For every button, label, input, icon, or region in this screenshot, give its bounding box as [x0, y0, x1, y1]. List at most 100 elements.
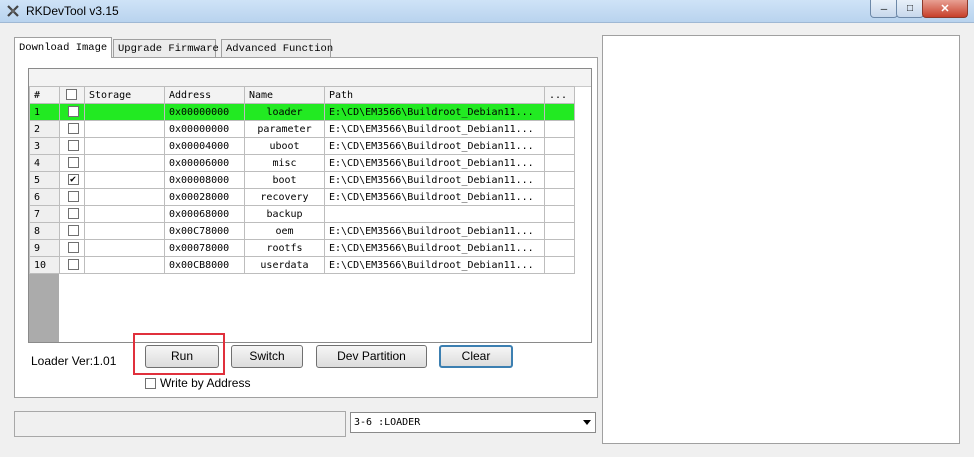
write-by-address-checkbox[interactable]	[145, 377, 156, 389]
row-name: uboot	[244, 137, 325, 155]
table-row[interactable]: 9 0x00078000 rootfs E:\CD\EM3566\Buildroot_…	[29, 239, 575, 257]
row-name: userdata	[244, 256, 325, 274]
col-header-select-all[interactable]	[59, 86, 85, 104]
table-row[interactable]: 5 ✔ 0x00008000 boot E:\CD\EM3566\Buildroot_D…	[29, 171, 575, 189]
write-by-address-option[interactable]: Write by Address	[145, 376, 250, 390]
row-storage	[84, 171, 165, 189]
row-path[interactable]: E:\CD\EM3566\Buildroot_Debian11...	[324, 239, 545, 257]
row-checkbox[interactable]	[67, 191, 79, 203]
table-row[interactable]: 6 0x00028000 recovery E:\CD\EM3566\Buildroo…	[29, 188, 575, 206]
tab-advanced-function[interactable]: Advanced Function	[221, 39, 333, 57]
row-storage	[84, 188, 165, 206]
row-checkbox-cell[interactable]	[59, 137, 85, 155]
row-storage	[84, 205, 165, 223]
row-checkbox-cell[interactable]	[59, 154, 85, 172]
row-checkbox-cell[interactable]	[59, 103, 85, 121]
row-checkbox-checked[interactable]: ✔	[67, 174, 79, 186]
row-name: loader	[244, 103, 325, 121]
row-path[interactable]: E:\CD\EM3566\Buildroot_Debian11...	[324, 222, 545, 240]
row-name: boot	[244, 171, 325, 189]
row-path-browse[interactable]	[544, 154, 575, 172]
row-checkbox-cell[interactable]	[59, 188, 85, 206]
row-address: 0x00004000	[164, 137, 245, 155]
col-header-more: ...	[544, 86, 575, 104]
row-path-browse[interactable]	[544, 256, 575, 274]
row-path-browse[interactable]	[544, 205, 575, 223]
row-path[interactable]: E:\CD\EM3566\Buildroot_Debian11...	[324, 103, 545, 121]
row-checkbox-cell[interactable]	[59, 222, 85, 240]
row-path[interactable]	[324, 205, 545, 223]
table-row[interactable]: 7 0x00068000 backup	[29, 205, 575, 223]
tab-download-image[interactable]: Download Image	[14, 37, 112, 58]
partition-grid: # Storage Address Name Path ... 1 0x00000…	[28, 68, 592, 343]
row-path-browse[interactable]	[544, 120, 575, 138]
row-checkbox[interactable]	[67, 106, 79, 118]
row-index: 8	[29, 222, 60, 240]
row-path-browse[interactable]	[544, 103, 575, 121]
log-output-panel	[602, 35, 960, 444]
row-address: 0x00C78000	[164, 222, 245, 240]
window-title: RKDevTool v3.15	[26, 4, 119, 18]
row-path-browse[interactable]	[544, 171, 575, 189]
row-path-browse[interactable]	[544, 137, 575, 155]
table-row[interactable]: 10 0x00CB8000 userdata E:\CD\EM3566\Buildro…	[29, 256, 575, 274]
row-path-browse[interactable]	[544, 188, 575, 206]
row-name: rootfs	[244, 239, 325, 257]
run-button[interactable]: Run	[145, 345, 219, 368]
row-address: 0x00000000	[164, 103, 245, 121]
row-address: 0x00000000	[164, 120, 245, 138]
close-button[interactable]: ✕	[922, 0, 968, 18]
row-path-browse[interactable]	[544, 222, 575, 240]
col-header-address: Address	[164, 86, 245, 104]
table-row[interactable]: 1 0x00000000 loader E:\CD\EM3566\Buildroot_…	[29, 103, 575, 121]
row-storage	[84, 256, 165, 274]
row-path[interactable]: E:\CD\EM3566\Buildroot_Debian11...	[324, 256, 545, 274]
maximize-button[interactable]: □	[896, 0, 924, 18]
clear-button[interactable]: Clear	[439, 345, 513, 368]
row-checkbox[interactable]	[67, 208, 79, 220]
minimize-icon: ─	[880, 3, 888, 14]
loader-version-label: Loader Ver:1.01	[31, 354, 117, 368]
tab-upgrade-firmware[interactable]: Upgrade Firmware	[113, 39, 219, 57]
row-index: 7	[29, 205, 60, 223]
row-index: 10	[29, 256, 60, 274]
row-index: 4	[29, 154, 60, 172]
row-address: 0x00CB8000	[164, 256, 245, 274]
row-checkbox-cell[interactable]	[59, 120, 85, 138]
select-all-checkbox[interactable]	[66, 89, 77, 101]
row-path-browse[interactable]	[544, 239, 575, 257]
row-checkbox-cell[interactable]	[59, 256, 85, 274]
app-icon	[7, 5, 19, 17]
device-select-value: 3-6 :LOADER	[354, 417, 421, 428]
dev-partition-button[interactable]: Dev Partition	[316, 345, 427, 368]
row-checkbox[interactable]	[67, 259, 79, 271]
row-path[interactable]: E:\CD\EM3566\Buildroot_Debian11...	[324, 188, 545, 206]
table-row[interactable]: 2 0x00000000 parameter E:\CD\EM3566\Buildro…	[29, 120, 575, 138]
row-index: 6	[29, 188, 60, 206]
row-checkbox[interactable]	[67, 123, 79, 135]
table-row[interactable]: 8 0x00C78000 oem E:\CD\EM3566\Buildroot_Deb…	[29, 222, 575, 240]
row-path[interactable]: E:\CD\EM3566\Buildroot_Debian11...	[324, 120, 545, 138]
row-path[interactable]: E:\CD\EM3566\Buildroot_Debian11...	[324, 154, 545, 172]
row-checkbox-cell[interactable]	[59, 239, 85, 257]
row-storage	[84, 120, 165, 138]
row-checkbox[interactable]	[67, 157, 79, 169]
chevron-down-icon[interactable]	[583, 420, 591, 425]
table-row[interactable]: 4 0x00006000 misc E:\CD\EM3566\Buildroot_De…	[29, 154, 575, 172]
device-select[interactable]: 3-6 :LOADER	[350, 412, 596, 433]
row-path[interactable]: E:\CD\EM3566\Buildroot_Debian11...	[324, 137, 545, 155]
row-index: 9	[29, 239, 60, 257]
table-row[interactable]: 3 0x00004000 uboot E:\CD\EM3566\Buildroot_D…	[29, 137, 575, 155]
row-path[interactable]: E:\CD\EM3566\Buildroot_Debian11...	[324, 171, 545, 189]
row-checkbox-cell[interactable]	[59, 205, 85, 223]
col-header-path: Path	[324, 86, 545, 104]
row-checkbox[interactable]	[67, 225, 79, 237]
minimize-button[interactable]: ─	[870, 0, 898, 18]
row-checkbox[interactable]	[67, 242, 79, 254]
row-name: misc	[244, 154, 325, 172]
maximize-icon: □	[906, 3, 914, 14]
row-address: 0x00068000	[164, 205, 245, 223]
row-checkbox[interactable]	[67, 140, 79, 152]
switch-button[interactable]: Switch	[231, 345, 303, 368]
row-checkbox-cell[interactable]: ✔	[59, 171, 85, 189]
